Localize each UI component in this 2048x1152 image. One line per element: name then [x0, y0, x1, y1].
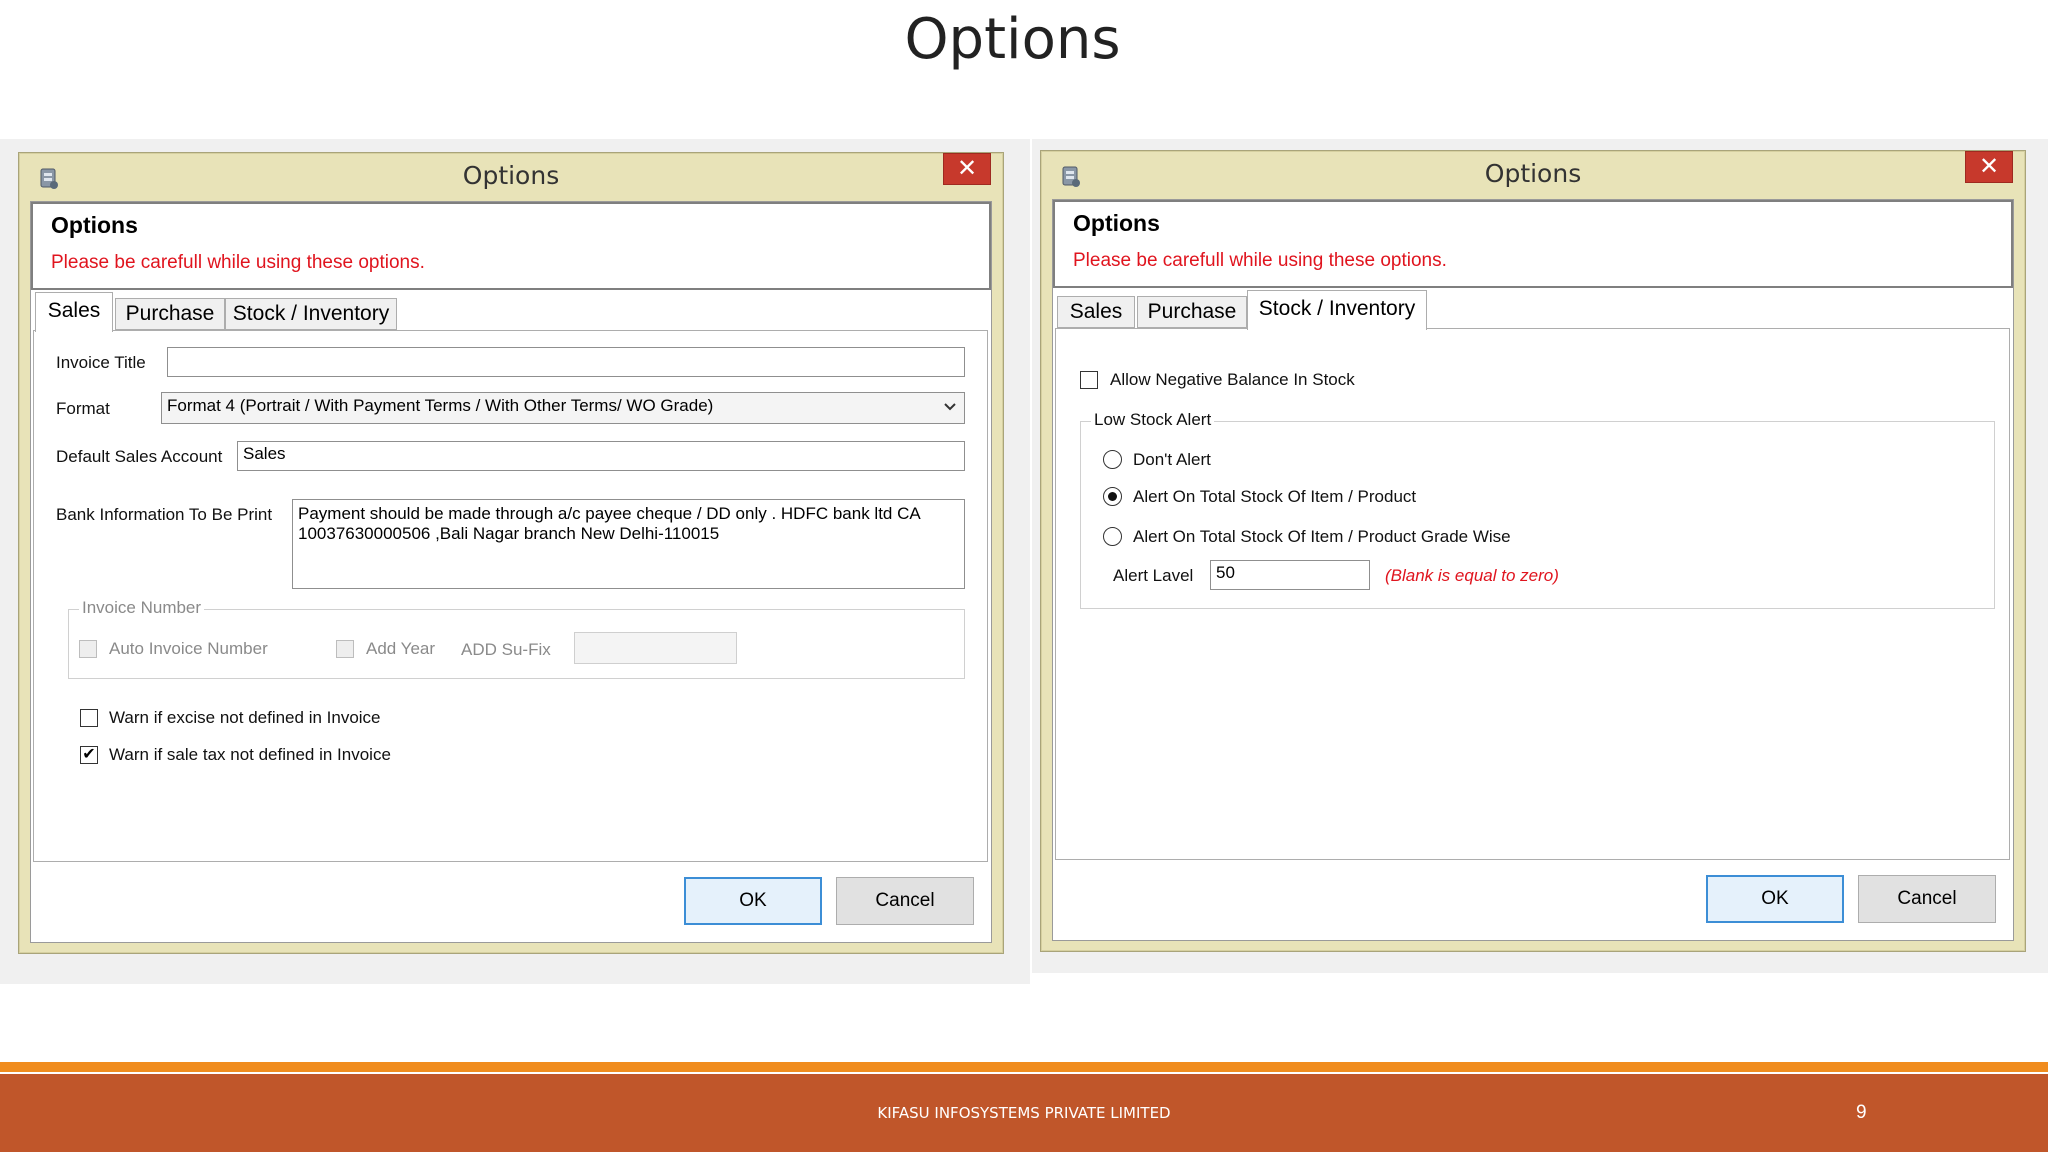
footer-company-name: KIFASU INFOSYSTEMS PRIVATE LIMITED	[877, 1104, 1171, 1122]
right-tabstrip: Sales Purchase Stock / Inventory	[1057, 290, 2017, 330]
left-tabstrip: Sales Purchase Stock / Inventory	[35, 292, 995, 332]
header-title: Options	[51, 212, 138, 238]
cancel-button[interactable]: Cancel	[836, 877, 974, 925]
slide-title: Options	[904, 7, 1121, 72]
close-icon[interactable]: ✕	[943, 153, 991, 185]
alert-level-hint: (Blank is equal to zero)	[1385, 566, 1559, 585]
tab-purchase[interactable]: Purchase	[115, 298, 225, 330]
bank-info-label: Bank Information To Be Print	[56, 505, 273, 524]
warn-sale-tax-checkbox[interactable]: ✔	[80, 746, 98, 764]
default-sales-account-input[interactable]: Sales	[237, 441, 965, 471]
invoice-number-group-label: Invoice Number	[79, 598, 205, 618]
ok-button[interactable]: OK	[684, 877, 822, 925]
tab-stock-inventory[interactable]: Stock / Inventory	[1247, 290, 1427, 330]
window-title: Options	[1484, 159, 1582, 188]
radio-dont-alert-label: Don't Alert	[1133, 450, 1211, 469]
close-icon[interactable]: ✕	[1965, 151, 2013, 183]
slide-footer: KIFASU INFOSYSTEMS PRIVATE LIMITED 9	[0, 1074, 2048, 1152]
add-suffix-input[interactable]	[574, 632, 737, 664]
tab-sales[interactable]: Sales	[35, 292, 113, 332]
invoice-title-input[interactable]	[167, 347, 965, 377]
warn-excise-checkbox[interactable]	[80, 709, 98, 727]
cancel-button[interactable]: Cancel	[1858, 875, 1996, 923]
options-header-panel: Options Please be carefull while using t…	[1053, 200, 2013, 288]
tab-purchase[interactable]: Purchase	[1137, 296, 1247, 328]
radio-alert-total-stock-label: Alert On Total Stock Of Item / Product	[1133, 487, 1417, 506]
add-year-label: Add Year	[366, 639, 436, 658]
default-sales-account-label: Default Sales Account	[56, 447, 223, 466]
alert-level-input[interactable]: 50	[1210, 560, 1370, 590]
bank-info-textarea[interactable]: Payment should be made through a/c payee…	[292, 499, 965, 589]
header-warning: Please be carefull while using these opt…	[51, 252, 425, 273]
ok-button[interactable]: OK	[1706, 875, 1844, 923]
footer-accent-line	[0, 1062, 2048, 1072]
invoice-number-group: Invoice Number Auto Invoice Number Add Y…	[68, 598, 965, 679]
radio-alert-grade-wise-label: Alert On Total Stock Of Item / Product G…	[1133, 527, 1511, 546]
low-stock-alert-group: Low Stock Alert Don't Alert Alert On Tot…	[1080, 410, 1995, 609]
window-title: Options	[462, 161, 560, 190]
add-year-checkbox[interactable]	[336, 640, 354, 658]
right-options-window: Options ✕ Options Please be carefull whi…	[1040, 150, 2026, 952]
radio-dont-alert[interactable]	[1103, 450, 1122, 469]
sales-tab-page: Invoice Title Format Format 4 (Portrait …	[33, 330, 988, 862]
radio-alert-total-stock[interactable]	[1103, 487, 1122, 506]
right-client-area: Options Please be carefull while using t…	[1052, 199, 2014, 941]
low-stock-alert-group-label: Low Stock Alert	[1091, 410, 1215, 430]
allow-negative-balance-label: Allow Negative Balance In Stock	[1110, 370, 1355, 389]
tab-stock-inventory[interactable]: Stock / Inventory	[225, 298, 397, 330]
left-options-window: Options ✕ Options Please be carefull whi…	[18, 152, 1004, 954]
invoice-title-label: Invoice Title	[56, 353, 146, 372]
allow-negative-balance-checkbox[interactable]	[1080, 371, 1098, 389]
left-titlebar[interactable]: Options ✕	[19, 153, 1003, 201]
left-client-area: Options Please be carefull while using t…	[30, 201, 992, 943]
format-selected-value: Format 4 (Portrait / With Payment Terms …	[167, 396, 714, 415]
right-titlebar[interactable]: Options ✕	[1041, 151, 2025, 199]
tab-sales[interactable]: Sales	[1057, 296, 1135, 328]
format-label: Format	[56, 399, 110, 418]
page-number: 9	[1856, 1102, 1867, 1123]
alert-level-label: Alert Lavel	[1113, 566, 1194, 585]
add-suffix-label: ADD Su-Fix	[461, 640, 551, 659]
header-warning: Please be carefull while using these opt…	[1073, 250, 1447, 271]
warn-sale-tax-label: Warn if sale tax not defined in Invoice	[109, 745, 391, 764]
radio-alert-grade-wise[interactable]	[1103, 527, 1122, 546]
chevron-down-icon	[944, 403, 956, 411]
options-header-panel: Options Please be carefull while using t…	[31, 202, 991, 290]
warn-excise-label: Warn if excise not defined in Invoice	[109, 708, 381, 727]
header-title: Options	[1073, 210, 1160, 236]
auto-invoice-number-checkbox[interactable]	[79, 640, 97, 658]
stock-inventory-tab-page: Allow Negative Balance In Stock Low Stoc…	[1055, 328, 2010, 860]
format-select[interactable]: Format 4 (Portrait / With Payment Terms …	[161, 392, 965, 424]
auto-invoice-number-label: Auto Invoice Number	[109, 639, 268, 658]
